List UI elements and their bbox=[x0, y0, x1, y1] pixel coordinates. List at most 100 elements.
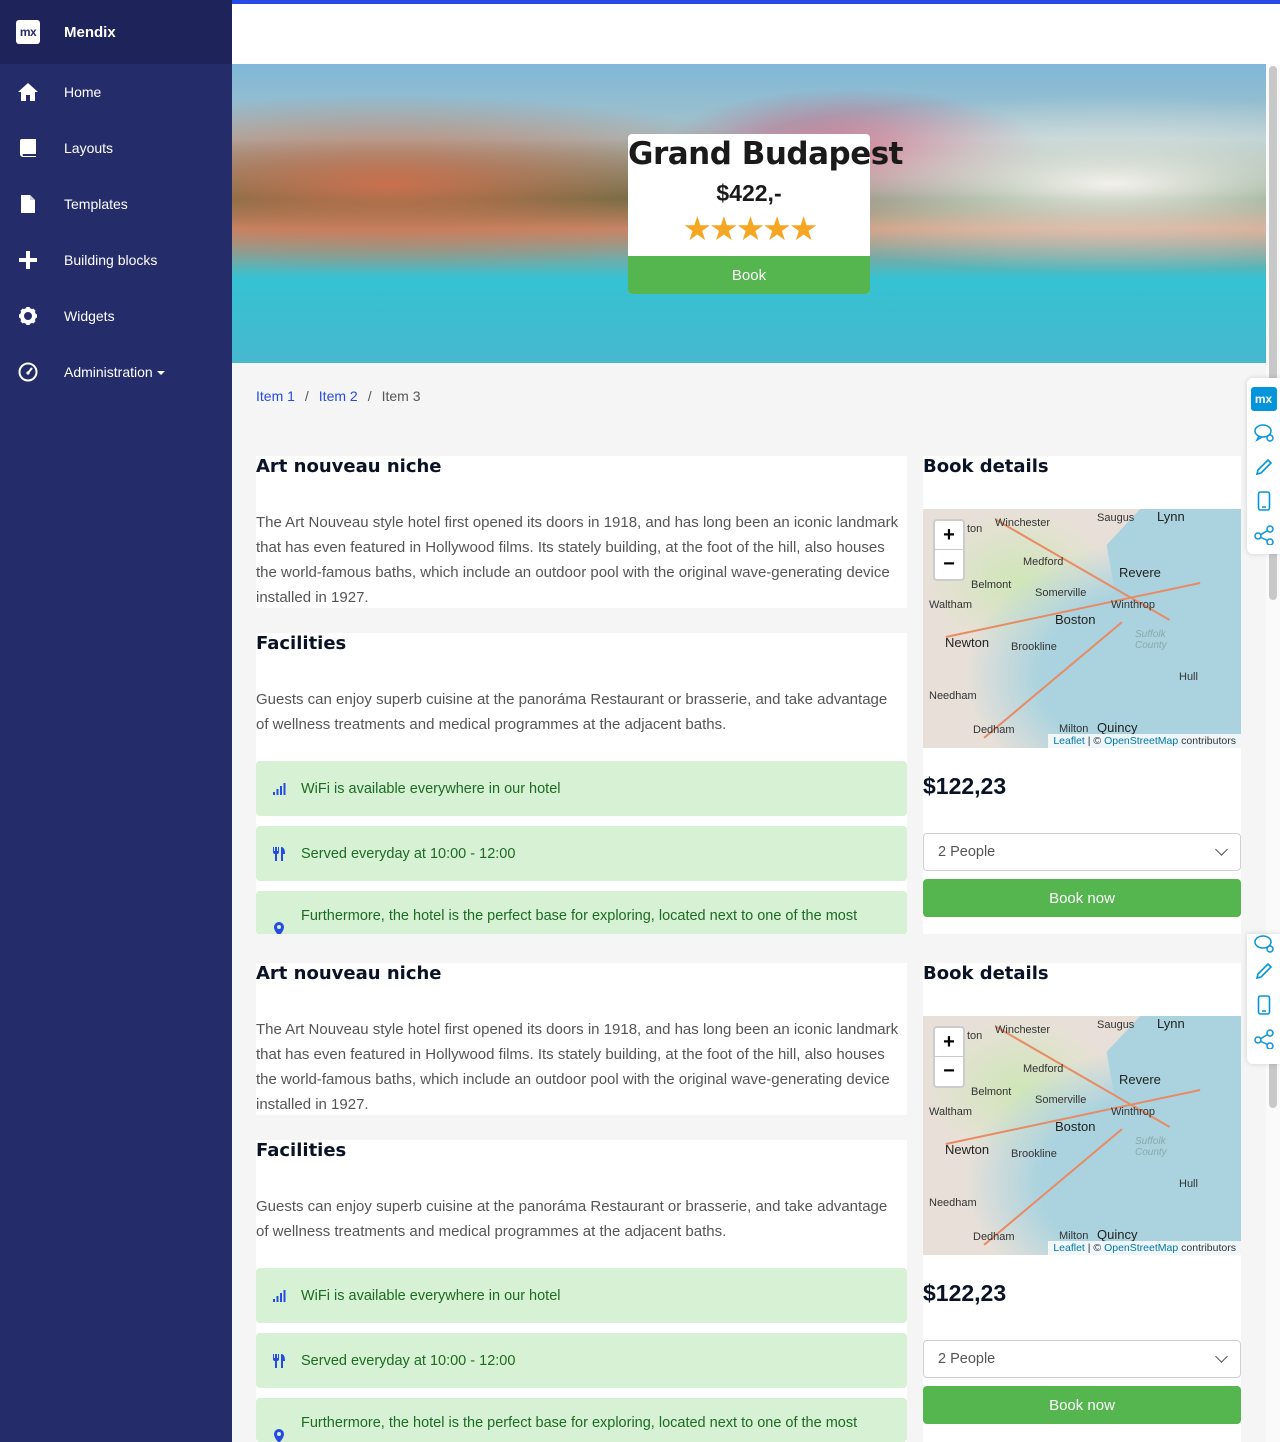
zoom-out-button[interactable]: − bbox=[935, 1057, 963, 1086]
mendix-app-button[interactable]: mx bbox=[1247, 382, 1280, 416]
mobile-preview-button[interactable] bbox=[1247, 988, 1280, 1022]
breakfast-alert: Served everyday at 10:00 - 12:00 bbox=[256, 1333, 907, 1388]
book-details-panel: Book details ton Winchester Saugus Lynn … bbox=[923, 963, 1241, 1442]
map-zoom-control: + − bbox=[933, 519, 965, 581]
breadcrumb-item-3: Item 3 bbox=[381, 388, 421, 404]
sidebar-item-administration[interactable]: Administration bbox=[0, 344, 232, 400]
map-label: Revere bbox=[1119, 565, 1161, 580]
plus-icon bbox=[16, 248, 40, 272]
about-text: The Art Nouveau style hotel first opened… bbox=[256, 514, 899, 606]
map-label: Dedham bbox=[973, 1231, 1015, 1243]
osm-link[interactable]: OpenStreetMap bbox=[1104, 1242, 1178, 1254]
leaflet-link[interactable]: Leaflet bbox=[1053, 1242, 1085, 1254]
sidebar-item-label: Templates bbox=[64, 196, 128, 212]
sidebar-item-label: Administration bbox=[64, 364, 153, 380]
map-label: Waltham bbox=[929, 599, 972, 611]
leaflet-link[interactable]: Leaflet bbox=[1053, 735, 1085, 747]
brand-bar[interactable]: mx Mendix bbox=[0, 0, 232, 64]
map-label: Saugus bbox=[1097, 1019, 1135, 1031]
map-label: ton bbox=[967, 1030, 983, 1042]
facilities-text: Guests can enjoy superb cuisine at the p… bbox=[256, 1198, 888, 1240]
people-select[interactable]: 2 People bbox=[923, 1340, 1241, 1378]
location-alert: Furthermore, the hotel is the perfect ba… bbox=[256, 1398, 907, 1442]
facilities-panel: Facilities Guests can enjoy superb cuisi… bbox=[256, 633, 907, 934]
file-icon bbox=[16, 192, 40, 216]
sidebar-item-templates[interactable]: Templates bbox=[0, 176, 232, 232]
breadcrumb-separator: / bbox=[304, 388, 309, 404]
alert-text: Served everyday at 10:00 - 12:00 bbox=[301, 1352, 516, 1369]
map[interactable]: ton Winchester Saugus Lynn Medford Rever… bbox=[923, 509, 1241, 748]
mobile-icon bbox=[1257, 491, 1270, 511]
alert-text: Furthermore, the hotel is the perfect ba… bbox=[301, 1415, 858, 1431]
hotel-section: Art nouveau niche The Art Nouveau style … bbox=[256, 456, 1241, 934]
facilities-text: Guests can enjoy superb cuisine at the p… bbox=[256, 691, 888, 733]
sidebar-item-building-blocks[interactable]: Building blocks bbox=[0, 232, 232, 288]
mendix-logo: mx bbox=[16, 20, 40, 44]
hero-book-button[interactable]: Book bbox=[628, 256, 870, 294]
zoom-out-button[interactable]: − bbox=[935, 550, 963, 579]
map-label: Hull bbox=[1179, 1178, 1198, 1190]
edit-button[interactable] bbox=[1247, 954, 1280, 988]
osm-link[interactable]: OpenStreetMap bbox=[1104, 735, 1178, 747]
hero-title: Grand Budapest bbox=[628, 136, 904, 172]
alert-text: WiFi is available everywhere in our hote… bbox=[301, 1287, 561, 1304]
sidebar-item-label: Home bbox=[64, 84, 102, 100]
book-now-button[interactable]: Book now bbox=[923, 1386, 1241, 1424]
book-details-title: Book details bbox=[923, 963, 1049, 984]
map-label: ton bbox=[967, 523, 983, 535]
dashboard-icon bbox=[16, 360, 40, 384]
alert-text: Served everyday at 10:00 - 12:00 bbox=[301, 845, 516, 862]
sidebar-item-home[interactable]: Home bbox=[0, 64, 232, 120]
attribution-text: contributors bbox=[1178, 1242, 1236, 1254]
zoom-in-button[interactable]: + bbox=[935, 1028, 963, 1057]
scrollbar[interactable] bbox=[1266, 64, 1280, 1442]
chevron-down-icon bbox=[1215, 843, 1228, 856]
map-label: Somerville bbox=[1035, 587, 1087, 599]
map-label: Boston bbox=[1055, 612, 1096, 627]
about-panel: Art nouveau niche The Art Nouveau style … bbox=[256, 456, 907, 608]
people-select[interactable]: 2 People bbox=[923, 833, 1241, 871]
share-button[interactable] bbox=[1247, 518, 1280, 552]
sidebar-item-label: Widgets bbox=[64, 308, 115, 324]
book-price: $122,23 bbox=[923, 1280, 1007, 1306]
mobile-preview-button[interactable] bbox=[1247, 484, 1280, 518]
map-label: Somerville bbox=[1035, 1094, 1087, 1106]
facilities-panel: Facilities Guests can enjoy superb cuisi… bbox=[256, 1140, 907, 1442]
sidebar-item-layouts[interactable]: Layouts bbox=[0, 120, 232, 176]
book-now-button[interactable]: Book now bbox=[923, 879, 1241, 917]
hero-banner: Grand Budapest $422,- ★★★★★ Book bbox=[232, 64, 1266, 363]
edit-button[interactable] bbox=[1247, 450, 1280, 484]
map-attribution: Leaflet | © OpenStreetMap contributors bbox=[1048, 734, 1241, 748]
home-icon bbox=[16, 80, 40, 104]
attribution-separator: | © bbox=[1084, 1242, 1105, 1254]
floating-toolbar bbox=[1247, 934, 1280, 1064]
sidebar-item-label: Building blocks bbox=[64, 252, 158, 268]
sidebar: mx Mendix Home Layouts Templates Buildin… bbox=[0, 0, 232, 1442]
breadcrumb-item-1[interactable]: Item 1 bbox=[256, 388, 295, 404]
map[interactable]: ton Winchester Saugus Lynn Medford Rever… bbox=[923, 1016, 1241, 1255]
star-rating: ★★★★★ bbox=[682, 210, 819, 247]
map-label: Medford bbox=[1023, 1063, 1064, 1075]
mx-logo-icon: mx bbox=[1250, 387, 1277, 411]
map-label: Winthrop bbox=[1111, 1106, 1156, 1118]
zoom-in-button[interactable]: + bbox=[935, 521, 963, 550]
map-label: Quincy bbox=[1097, 720, 1138, 735]
map-zoom-control: + − bbox=[933, 1026, 965, 1088]
book-details-panel: Book details ton Winchester Saugus Lynn … bbox=[923, 456, 1241, 934]
share-icon bbox=[1253, 525, 1274, 545]
sidebar-item-widgets[interactable]: Widgets bbox=[0, 288, 232, 344]
alert-text: WiFi is available everywhere in our hote… bbox=[301, 780, 561, 797]
map-label: Winchester bbox=[995, 1024, 1051, 1036]
book-icon bbox=[16, 136, 40, 160]
breadcrumb-separator: / bbox=[367, 388, 372, 404]
breadcrumb-item-2[interactable]: Item 2 bbox=[319, 388, 358, 404]
gear-icon bbox=[16, 304, 40, 328]
map-marker-icon bbox=[272, 1429, 286, 1442]
share-button[interactable] bbox=[1247, 1022, 1280, 1056]
map-label: Waltham bbox=[929, 1106, 972, 1118]
feedback-button[interactable] bbox=[1247, 934, 1280, 954]
feedback-button[interactable] bbox=[1247, 416, 1280, 450]
about-text: The Art Nouveau style hotel first opened… bbox=[256, 1021, 899, 1113]
chat-icon bbox=[1253, 935, 1274, 953]
map-label: Lynn bbox=[1157, 509, 1185, 524]
